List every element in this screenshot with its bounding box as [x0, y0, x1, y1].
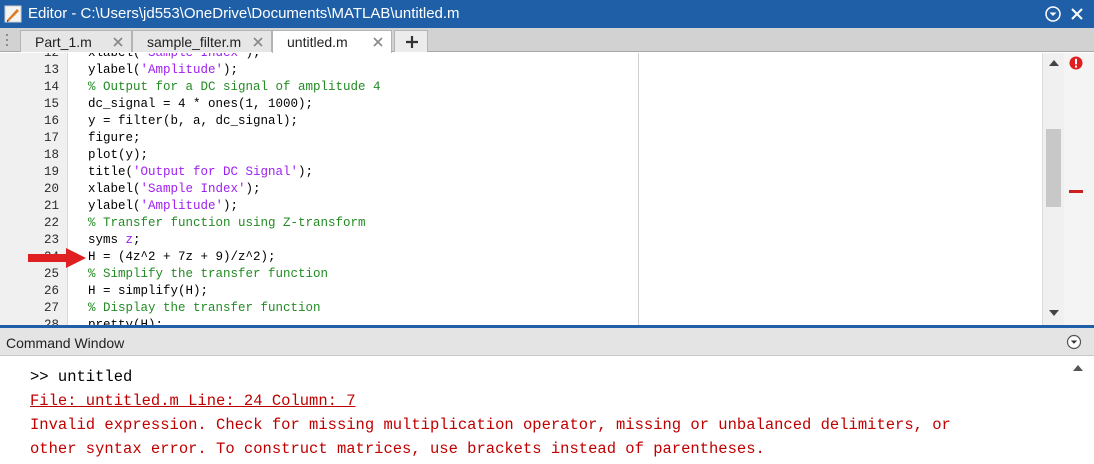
- code-line[interactable]: xlabel('Sample Index');: [88, 181, 261, 198]
- line-number-gutter: 1213141516171819202122232425262728: [0, 53, 68, 326]
- code-token: );: [298, 165, 314, 179]
- code-line[interactable]: ylabel('Amplitude');: [88, 62, 238, 79]
- code-line[interactable]: % Output for a DC signal of amplitude 4: [88, 79, 381, 96]
- code-token: ylabel(: [88, 63, 141, 77]
- grip-icon[interactable]: [4, 32, 10, 48]
- code-line[interactable]: plot(y);: [88, 147, 148, 164]
- code-token: dc_signal = 4 * ones(1, 1000);: [88, 97, 314, 111]
- code-token: );: [245, 53, 261, 60]
- matlab-editor-icon: [4, 5, 22, 23]
- plus-icon: [406, 36, 418, 48]
- command-window[interactable]: >> untitled File: untitled.m Line: 24 Co…: [0, 356, 1094, 464]
- code-line[interactable]: % Simplify the transfer function: [88, 266, 328, 283]
- code-string: 'Output for DC Signal': [133, 165, 299, 179]
- code-token: xlabel(: [88, 53, 141, 60]
- code-token: );: [223, 63, 239, 77]
- code-token: H = simplify(H);: [88, 284, 209, 298]
- right-margin-line: [638, 53, 639, 326]
- code-token: xlabel(: [88, 182, 141, 196]
- error-marker[interactable]: [1069, 190, 1083, 193]
- code-line-error[interactable]: H = (4z^2 + 7z + 9)/z^2);: [88, 249, 276, 266]
- line-number: 17: [43, 131, 59, 145]
- line-number: 26: [43, 284, 59, 298]
- error-indicator-icon[interactable]: [1069, 56, 1083, 70]
- line-number: 18: [43, 148, 59, 162]
- code-line[interactable]: dc_signal = 4 * ones(1, 1000);: [88, 96, 313, 113]
- code-token: syms: [88, 233, 126, 247]
- code-line[interactable]: H = simplify(H);: [88, 283, 208, 300]
- code-comment: % Output for a DC signal of amplitude 4: [88, 80, 381, 94]
- tab-label: untitled.m: [287, 34, 348, 50]
- error-message-line: Invalid expression. Check for missing mu…: [30, 416, 951, 434]
- window-options-icon[interactable]: [1044, 5, 1062, 23]
- code-token: H = (4z^2 + 7z + 9)/z^2);: [88, 250, 276, 264]
- code-line[interactable]: ylabel('Amplitude');: [88, 198, 238, 215]
- line-number: 12: [43, 53, 59, 60]
- window-title: Editor - C:\Users\jd553\OneDrive\Documen…: [28, 5, 460, 22]
- tab-close-icon[interactable]: [251, 35, 265, 49]
- code-line[interactable]: y = filter(b, a, dc_signal);: [88, 113, 298, 130]
- scrollbar-thumb[interactable]: [1046, 129, 1061, 207]
- line-number: 20: [43, 182, 59, 196]
- error-message-line: other syntax error. To construct matrice…: [30, 440, 765, 458]
- code-line[interactable]: syms z;: [88, 232, 141, 249]
- command-window-scrollbar[interactable]: [1068, 356, 1086, 464]
- line-number: 14: [43, 80, 59, 94]
- line-number: 19: [43, 165, 59, 179]
- tab-untitled[interactable]: untitled.m: [272, 30, 392, 53]
- code-comment: % Simplify the transfer function: [88, 267, 329, 281]
- code-string: 'Amplitude': [140, 63, 224, 77]
- editor-vertical-scrollbar[interactable]: [1042, 53, 1064, 326]
- line-number: 16: [43, 114, 59, 128]
- panel-options-icon[interactable]: [1066, 334, 1082, 350]
- scroll-up-icon[interactable]: [1048, 59, 1060, 67]
- line-number: 21: [43, 199, 59, 213]
- code-line[interactable]: xlabel('Sample Index');: [88, 53, 261, 62]
- line-number: 27: [43, 301, 59, 315]
- code-token: plot(y);: [88, 148, 149, 162]
- tab-label: sample_filter.m: [147, 34, 242, 50]
- code-line[interactable]: % Transfer function using Z-transform: [88, 215, 366, 232]
- code-token: y = filter(b, a, dc_signal);: [88, 114, 299, 128]
- tab-sample-filter[interactable]: sample_filter.m: [132, 30, 272, 52]
- editor-tab-bar: Part_1.m sample_filter.m untitled.m: [0, 28, 1094, 53]
- code-comment: % Transfer function using Z-transform: [88, 216, 366, 230]
- tab-close-icon[interactable]: [111, 35, 125, 49]
- title-bar: Editor - C:\Users\jd553\OneDrive\Documen…: [0, 0, 1094, 28]
- scroll-up-icon[interactable]: [1072, 364, 1084, 372]
- code-token: title(: [88, 165, 134, 179]
- command-window-header: Command Window: [0, 328, 1094, 356]
- code-line[interactable]: % Display the transfer function: [88, 300, 321, 317]
- scroll-down-icon[interactable]: [1048, 309, 1060, 317]
- code-token: );: [245, 182, 261, 196]
- line-number: 22: [43, 216, 59, 230]
- code-token: );: [223, 199, 239, 213]
- code-string: 'Sample Index': [140, 53, 246, 60]
- tab-close-icon[interactable]: [371, 35, 385, 49]
- command-window-title: Command Window: [6, 335, 125, 351]
- new-tab-button[interactable]: [394, 30, 428, 52]
- error-location-link[interactable]: File: untitled.m Line: 24 Column: 7: [30, 389, 356, 413]
- code-comment: % Display the transfer function: [88, 301, 321, 315]
- close-icon[interactable]: [1068, 5, 1086, 23]
- code-token: ylabel(: [88, 199, 141, 213]
- code-string: 'Sample Index': [140, 182, 246, 196]
- command-prompt-line: >> untitled: [30, 368, 133, 386]
- line-number: 13: [43, 63, 59, 77]
- code-line[interactable]: figure;: [88, 130, 141, 147]
- tab-label: Part_1.m: [35, 34, 92, 50]
- line-number: 15: [43, 97, 59, 111]
- red-arrow-annotation: [28, 248, 86, 268]
- code-token: ;: [133, 233, 141, 247]
- code-analyzer-bar: [1064, 53, 1094, 326]
- code-line[interactable]: title('Output for DC Signal');: [88, 164, 313, 181]
- tab-part-1[interactable]: Part_1.m: [20, 30, 132, 52]
- code-editor[interactable]: 1213141516171819202122232425262728 xlabe…: [0, 53, 1094, 326]
- code-token: figure;: [88, 131, 141, 145]
- code-string: z: [125, 233, 134, 247]
- code-string: 'Amplitude': [140, 199, 224, 213]
